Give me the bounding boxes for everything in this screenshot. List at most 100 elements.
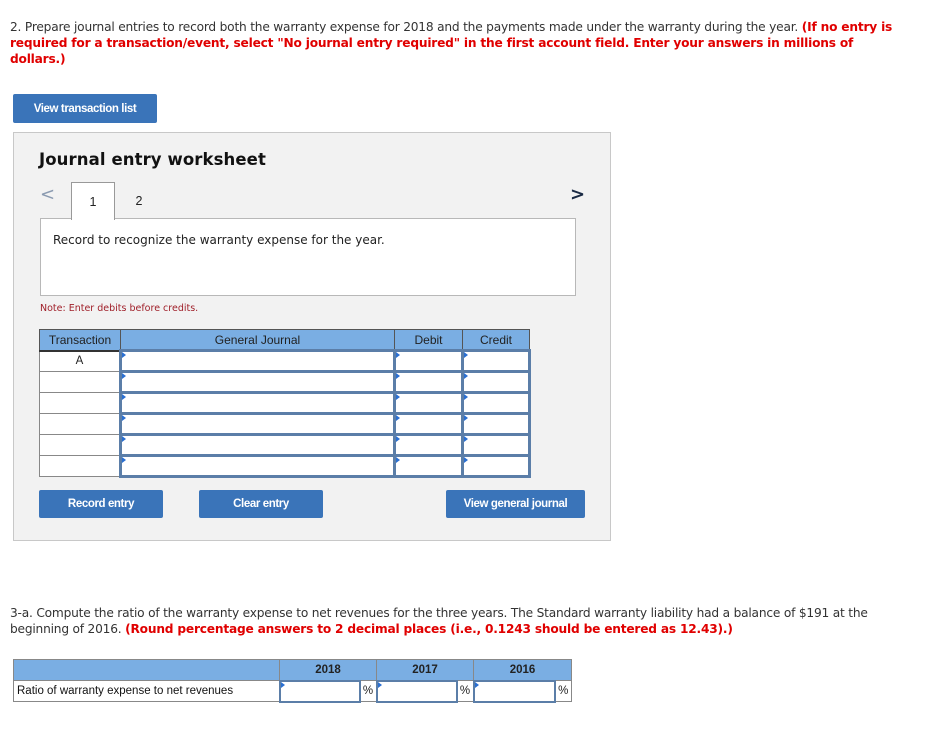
input-marker-icon (464, 457, 468, 463)
credit-input[interactable] (464, 436, 528, 454)
input-marker-icon (122, 373, 126, 379)
account-cell[interactable] (119, 391, 396, 415)
input-marker-icon (464, 373, 468, 379)
view-general-journal-button[interactable]: View general journal (446, 490, 585, 518)
ratio-2017-cell[interactable] (375, 679, 458, 703)
input-marker-icon (122, 457, 126, 463)
input-marker-icon (464, 394, 468, 400)
question-2-body: 2. Prepare journal entries to record bot… (10, 20, 802, 34)
question-3a-instruction: (Round percentage answers to 2 decimal p… (125, 622, 733, 636)
credit-input[interactable] (464, 373, 528, 391)
account-select[interactable] (122, 373, 393, 391)
journal-row: A (39, 349, 531, 373)
debit-cell[interactable] (393, 454, 464, 478)
input-marker-icon (396, 457, 400, 463)
input-marker-icon (280, 681, 285, 688)
question-2-text: 2. Prepare journal entries to record bot… (10, 19, 900, 67)
journal-row (39, 412, 531, 436)
ratio-2016-input[interactable] (474, 681, 554, 701)
account-select[interactable] (122, 436, 393, 454)
input-marker-icon (464, 352, 468, 358)
header-transaction: Transaction (39, 329, 121, 352)
ratio-header-2016: 2016 (473, 659, 572, 681)
tab-2[interactable]: 2 (117, 182, 161, 219)
input-marker-icon (122, 352, 126, 358)
journal-row (39, 370, 531, 394)
credit-cell[interactable] (461, 412, 531, 436)
credit-input[interactable] (464, 457, 528, 475)
input-marker-icon (396, 436, 400, 442)
debit-input[interactable] (396, 373, 461, 391)
account-cell[interactable] (119, 454, 396, 478)
debit-cell[interactable] (393, 370, 464, 394)
credit-input[interactable] (464, 394, 528, 412)
input-marker-icon (396, 394, 400, 400)
header-debit: Debit (394, 329, 463, 352)
debit-input[interactable] (396, 352, 461, 370)
debit-input[interactable] (396, 457, 461, 475)
ratio-2016-cell[interactable] (472, 679, 556, 703)
account-cell[interactable] (119, 349, 396, 373)
ratio-row-label: Ratio of warranty expense to net revenue… (13, 680, 280, 702)
account-select[interactable] (122, 457, 393, 475)
transaction-cell (39, 434, 121, 456)
credit-cell[interactable] (461, 433, 531, 457)
ratio-header-2018: 2018 (279, 659, 377, 681)
journal-row (39, 454, 531, 478)
tab-1[interactable]: 1 (71, 182, 115, 220)
ratio-2017-input[interactable] (377, 681, 456, 701)
ratio-header-2017: 2017 (376, 659, 474, 681)
worksheet-title: Journal entry worksheet (39, 150, 266, 169)
transaction-description-box: Record to recognize the warranty expense… (40, 218, 576, 296)
debit-input[interactable] (396, 415, 461, 433)
debit-cell[interactable] (393, 433, 464, 457)
credit-input[interactable] (464, 415, 528, 433)
chevron-right-icon[interactable]: > (570, 184, 585, 205)
percent-sign: % (359, 680, 377, 702)
journal-row (39, 433, 531, 457)
input-marker-icon (464, 436, 468, 442)
transaction-cell (39, 371, 121, 393)
credit-input[interactable] (464, 352, 528, 370)
view-transaction-list-button[interactable]: View transaction list (13, 94, 157, 123)
debit-cell[interactable] (393, 391, 464, 415)
account-cell[interactable] (119, 412, 396, 436)
transaction-cell (39, 413, 121, 435)
account-select[interactable] (122, 394, 393, 412)
journal-row (39, 391, 531, 415)
transaction-cell (39, 455, 121, 477)
input-marker-icon (122, 394, 126, 400)
account-select[interactable] (122, 415, 393, 433)
clear-entry-button[interactable]: Clear entry (199, 490, 323, 518)
record-entry-button[interactable]: Record entry (39, 490, 163, 518)
input-marker-icon (396, 415, 400, 421)
debit-input[interactable] (396, 394, 461, 412)
ratio-header-blank (13, 659, 280, 681)
account-cell[interactable] (119, 370, 396, 394)
input-marker-icon (464, 415, 468, 421)
header-credit: Credit (462, 329, 530, 352)
transaction-cell: A (39, 350, 121, 372)
percent-sign: % (554, 680, 572, 702)
credit-cell[interactable] (461, 454, 531, 478)
debit-input[interactable] (396, 436, 461, 454)
ratio-2018-cell[interactable] (278, 679, 361, 703)
ratio-table: 2018 2017 2016 Ratio of warranty expense… (13, 659, 572, 703)
input-marker-icon (396, 373, 400, 379)
credit-cell[interactable] (461, 370, 531, 394)
credit-cell[interactable] (461, 391, 531, 415)
input-marker-icon (377, 681, 382, 688)
header-general-journal: General Journal (120, 329, 395, 352)
debit-cell[interactable] (393, 349, 464, 373)
account-select[interactable] (122, 352, 393, 370)
credit-cell[interactable] (461, 349, 531, 373)
ratio-2018-input[interactable] (280, 681, 359, 701)
account-cell[interactable] (119, 433, 396, 457)
transaction-cell (39, 392, 121, 414)
input-marker-icon (122, 436, 126, 442)
input-marker-icon (474, 681, 479, 688)
chevron-left-icon[interactable]: < (40, 184, 55, 205)
journal-entry-worksheet: Journal entry worksheet < 1 2 > Record t… (13, 132, 611, 541)
question-3a-text: 3-a. Compute the ratio of the warranty e… (10, 605, 900, 637)
debit-cell[interactable] (393, 412, 464, 436)
